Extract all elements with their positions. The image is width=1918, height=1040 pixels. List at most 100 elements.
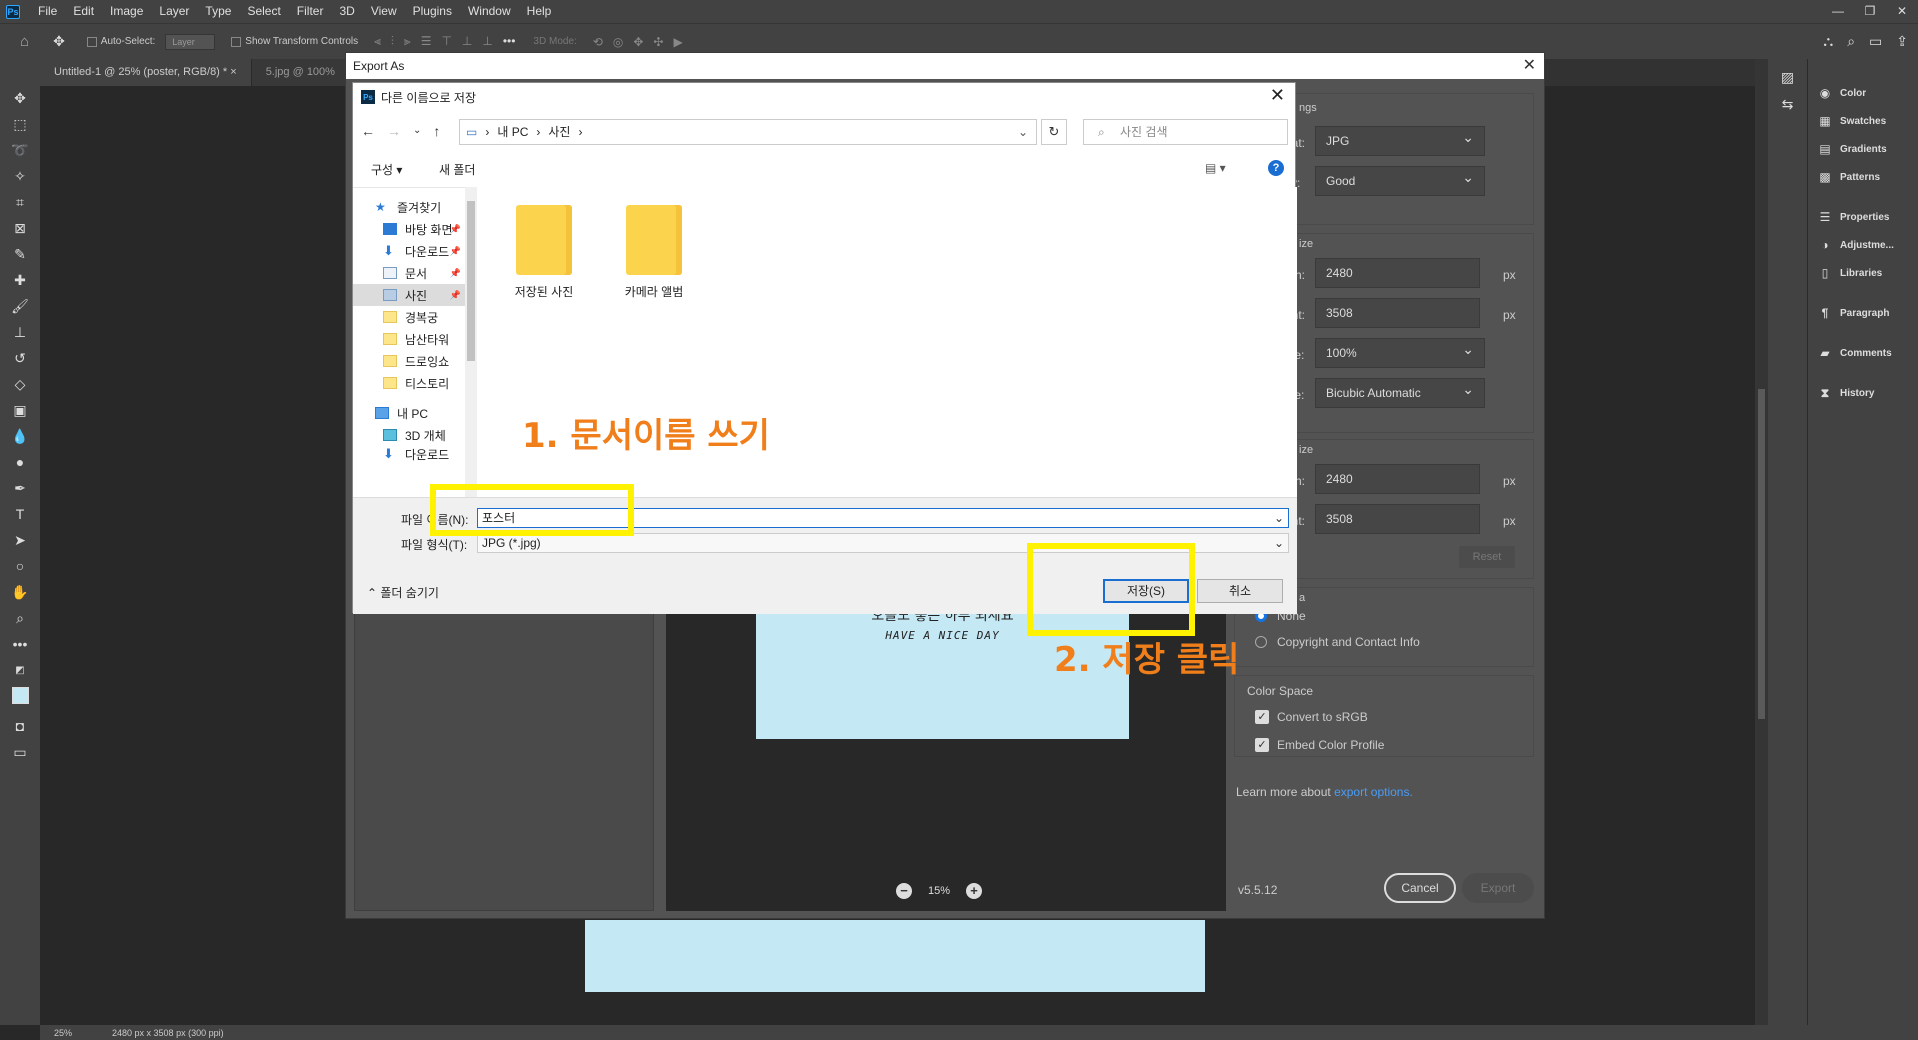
save-close-icon[interactable]: ✕	[1270, 85, 1285, 106]
healing-tool-icon[interactable]: ✚	[9, 271, 31, 290]
workspace-icon[interactable]: ▭	[1869, 33, 1882, 50]
distribute-icon[interactable]: ☰	[421, 34, 432, 49]
align-left-icon[interactable]: ⫷	[374, 34, 381, 49]
panel-color[interactable]: ◉ Color	[1808, 79, 1918, 107]
quality-dropdown[interactable]: Good	[1315, 163, 1485, 196]
width-input[interactable]: 2480	[1315, 258, 1480, 288]
nav-documents[interactable]: 문서 📌	[353, 262, 465, 284]
status-zoom[interactable]: 25%	[54, 1028, 72, 1038]
eraser-tool-icon[interactable]: ◇	[9, 375, 31, 394]
panel-history[interactable]: ⧗ History	[1808, 379, 1918, 407]
nav-folder-gyeongbokgung[interactable]: 경복궁	[353, 306, 465, 328]
hide-folders-toggle[interactable]: ⌃ 폴더 숨기기	[367, 584, 439, 601]
menu-help[interactable]: Help	[519, 0, 560, 23]
3d-slide-icon[interactable]: ✣	[653, 35, 663, 49]
chevron-down-icon[interactable]: ⌄	[1274, 534, 1284, 552]
organize-button[interactable]: 구성 ▾	[371, 161, 402, 178]
marquee-tool-icon[interactable]: ⬚	[9, 115, 31, 134]
nav-downloads[interactable]: ⬇ 다운로드 📌	[353, 240, 465, 262]
panel-properties[interactable]: ☰ Properties	[1808, 203, 1918, 231]
nav-desktop[interactable]: 바탕 화면 📌	[353, 218, 465, 240]
panel-paragraph[interactable]: ¶ Paragraph	[1808, 299, 1918, 327]
export-cancel-button[interactable]: Cancel	[1384, 873, 1456, 903]
recent-locations-icon[interactable]: ⌄	[413, 117, 421, 145]
tab-close-icon[interactable]: ×	[230, 66, 236, 78]
search-icon[interactable]: ⌕	[1847, 33, 1855, 50]
edit-toolbar-icon[interactable]: •••	[9, 635, 31, 654]
menu-filter[interactable]: Filter	[289, 0, 332, 23]
nav-downloads-pc[interactable]: ⬇ 다운로드	[353, 446, 465, 462]
nav-pictures[interactable]: 사진 📌	[353, 284, 465, 306]
panel-swatches[interactable]: ▦ Swatches	[1808, 107, 1918, 135]
nav-favorites[interactable]: ★ 즐겨찾기	[353, 196, 465, 218]
nav-3d-objects[interactable]: 3D 개체	[353, 424, 465, 446]
zoom-tool-icon[interactable]: ⌕	[9, 609, 31, 628]
magic-wand-tool-icon[interactable]: ✧	[9, 167, 31, 186]
align-top-icon[interactable]: ⊤	[441, 34, 451, 49]
back-icon[interactable]: ←	[361, 117, 375, 145]
more-options-icon[interactable]: •••	[503, 34, 516, 49]
view-options-icon[interactable]: ▤ ▾	[1205, 161, 1226, 175]
menu-3d[interactable]: 3D	[331, 0, 362, 23]
menu-layer[interactable]: Layer	[151, 0, 197, 23]
align-right-icon[interactable]: ⫸	[404, 34, 411, 49]
folder-camera-roll[interactable]: 카메라 앨범	[619, 205, 689, 300]
nav-folder-drawing-show[interactable]: 드로잉쇼	[353, 350, 465, 372]
align-middle-icon[interactable]: ⊥	[462, 34, 472, 49]
quick-mask-icon[interactable]: ◘	[9, 717, 31, 736]
pen-tool-icon[interactable]: ✒	[9, 479, 31, 498]
hand-tool-icon[interactable]: ✋	[9, 583, 31, 602]
align-bottom-icon[interactable]: ⊥	[482, 34, 492, 49]
reset-button[interactable]: Reset	[1459, 546, 1515, 568]
canvas-height-input[interactable]: 3508	[1315, 504, 1480, 534]
export-options-link[interactable]: export options.	[1334, 785, 1413, 799]
share-export-icon[interactable]: ⇪	[1896, 33, 1908, 50]
forward-icon[interactable]: →	[387, 117, 401, 145]
canvas-width-input[interactable]: 2480	[1315, 464, 1480, 494]
show-transform-checkbox[interactable]	[231, 36, 242, 47]
help-icon[interactable]: ?	[1268, 160, 1284, 176]
panel-patterns[interactable]: ▩ Patterns	[1808, 163, 1918, 191]
gradient-tool-icon[interactable]: ▣	[9, 401, 31, 420]
export-button[interactable]: Export	[1462, 873, 1534, 903]
address-bar[interactable]: ▭ › 내 PC › 사진 › ⌄	[459, 119, 1037, 145]
lasso-tool-icon[interactable]: ➰	[9, 141, 31, 160]
tab-untitled-1[interactable]: Untitled-1 @ 25% (poster, RGB/8) * ×	[40, 59, 252, 86]
3d-pan-icon[interactable]: ✥	[633, 35, 643, 49]
refresh-icon[interactable]: ↻	[1041, 119, 1067, 145]
tab-5-jpg[interactable]: 5.jpg @ 100%	[251, 59, 350, 86]
vertical-scrollbar[interactable]	[1755, 59, 1768, 1025]
breadcrumb-pictures[interactable]: 사진	[548, 120, 570, 144]
folder-saved-pictures[interactable]: 저장된 사진	[509, 205, 579, 300]
layer-dropdown[interactable]: Layer	[165, 33, 216, 50]
adjust-panel-icon[interactable]: ⇆	[1768, 96, 1807, 113]
nav-my-pc[interactable]: 내 PC	[353, 402, 465, 424]
menu-file[interactable]: File	[30, 0, 65, 23]
screen-mode-icon[interactable]: ▭	[9, 743, 31, 762]
up-icon[interactable]: ↑	[433, 117, 440, 145]
history-panel-icon[interactable]: ▨	[1768, 69, 1807, 86]
3d-camera-icon[interactable]: ▶	[673, 35, 682, 49]
menu-window[interactable]: Window	[460, 0, 519, 23]
panel-adjustments[interactable]: ◑ Adjustme...	[1808, 231, 1918, 259]
history-brush-tool-icon[interactable]: ↺	[9, 349, 31, 368]
home-icon[interactable]: ⌂	[20, 33, 29, 50]
menu-plugins[interactable]: Plugins	[405, 0, 460, 23]
chevron-down-icon[interactable]: ⌄	[1274, 509, 1284, 527]
close-icon[interactable]: ✕	[1886, 0, 1918, 23]
minimize-icon[interactable]: —	[1822, 0, 1854, 23]
align-center-icon[interactable]: ⫶	[391, 34, 394, 49]
panel-gradients[interactable]: ▤ Gradients	[1808, 135, 1918, 163]
nav-folder-tistory[interactable]: 티스토리	[353, 372, 465, 394]
brush-tool-icon[interactable]: 🖌	[9, 297, 31, 316]
auto-select-checkbox[interactable]	[86, 36, 97, 47]
menu-view[interactable]: View	[363, 0, 405, 23]
frame-tool-icon[interactable]: ⊠	[9, 219, 31, 238]
menu-edit[interactable]: Edit	[65, 0, 102, 23]
panel-libraries[interactable]: ▯ Libraries	[1808, 259, 1918, 287]
foreground-color-swatch[interactable]	[11, 687, 29, 704]
scroll-thumb[interactable]	[1758, 389, 1765, 719]
new-folder-button[interactable]: 새 폴더	[439, 161, 475, 178]
scroll-thumb[interactable]	[467, 201, 475, 361]
scale-dropdown[interactable]: 100%	[1315, 335, 1485, 368]
